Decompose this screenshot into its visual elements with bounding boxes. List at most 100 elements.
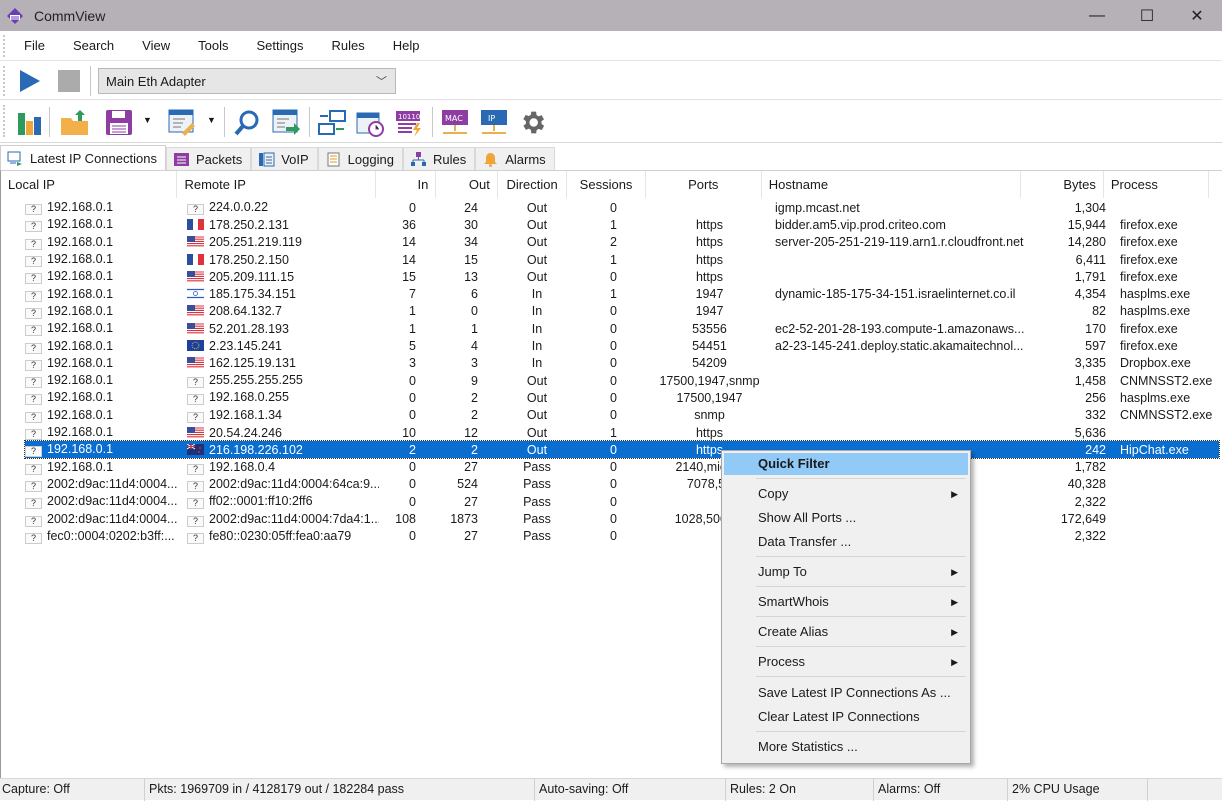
cell-hostname: ec2-52-201-28-193.compute-1.amazonaws... [775,321,1025,336]
context-menu-item-process[interactable]: Process ▶ [724,651,968,673]
table-row[interactable]: ? 2002:d9ac:11d4:0004...? 2002:d9ac:11d4:0… [25,476,1219,493]
menu-search[interactable]: Search [63,38,132,53]
connections-table: Local IP Remote IP In Out Direction Sessions P… [0,170,1222,778]
context-menu-item-quick-filter[interactable]: Quick Filter [724,453,968,475]
column-header-process[interactable]: Process [1104,171,1209,198]
table-row[interactable]: ? 192.168.0.1 205.251.219.119 14 34 Out 2 https… [25,234,1219,251]
toolbar-grip[interactable] [3,35,5,57]
table-row[interactable]: ? 192.168.0.1 178.250.2.150 14 15 Out 1 https 6,… [25,251,1219,268]
resize-grip[interactable] [1148,779,1222,801]
table-row[interactable]: ? 192.168.0.1 185.175.34.151 7 6 In 1 1947 dynam… [25,286,1219,303]
remote-agent-icon[interactable] [318,109,346,137]
table-row[interactable]: ? 192.168.0.1 178.250.2.131 36 30 Out 1 https bi… [25,216,1219,233]
ip-aliases-icon[interactable]: IP [480,109,508,137]
cell-bytes: 256 [1085,390,1106,405]
table-row[interactable]: ? 192.168.0.1 208.64.132.7 1 0 In 0 1947 82 haspl… [25,303,1219,320]
log-viewer-icon[interactable] [168,109,196,137]
save-dropdown-arrow-icon[interactable]: ▼ [143,115,152,125]
table-row[interactable]: ? 192.168.0.1 205.209.111.15 15 13 Out 0 https 1… [25,268,1219,285]
toolbar-separator [90,66,91,96]
minimize-button[interactable]: — [1072,0,1122,31]
toolbar-grip[interactable] [3,66,5,96]
column-header-direction[interactable]: Direction [498,171,568,198]
menu-tools[interactable]: Tools [188,38,246,53]
tab-label: VoIP [281,152,309,167]
usa-flag-icon [187,356,209,370]
column-header-out[interactable]: Out [436,171,498,198]
start-capture-icon[interactable] [17,68,43,94]
context-menu-item-show-all-ports[interactable]: Show All Ports ... [724,507,968,529]
table-row[interactable]: ? 192.168.0.1 216.198.226.102 2 2 Out 0 https 24… [24,440,1220,460]
adapter-select[interactable]: Main Eth Adapter ﹀ [98,68,396,94]
open-folder-icon[interactable] [60,108,90,136]
column-header-bytes[interactable]: Bytes [1021,171,1104,198]
toolbar-separator [224,107,225,137]
context-menu-item-clear-latest-ip-connections[interactable]: Clear Latest IP Connections [724,706,968,728]
menu-help[interactable]: Help [383,38,438,53]
table-row[interactable]: ? 2002:d9ac:11d4:0004...? 2002:d9ac:11d4:0… [25,510,1219,527]
column-header-ports[interactable]: Ports [646,171,762,198]
statistics-chart-icon[interactable] [17,109,43,135]
scheduler-icon[interactable] [356,109,384,137]
cell-sessions: 0 [610,200,617,215]
column-header-hostname[interactable]: Hostname [762,171,1021,198]
menu-settings[interactable]: Settings [246,38,321,53]
context-menu-item-more-statistics[interactable]: More Statistics ... [724,736,968,758]
table-row[interactable]: ? fec0::0004:0202:b3ff:...? fe80::0230:05f… [25,528,1219,545]
tab-latest-ip-connections[interactable]: Latest IP Connections [0,145,166,171]
context-menu-item-create-alias[interactable]: Create Alias ▶ [724,621,968,643]
maximize-button[interactable]: ☐ [1122,0,1172,31]
cell-process: firefox.exe [1120,269,1178,284]
svg-text:IP: IP [488,114,495,123]
local-ip-text: 192.168.0.1 [47,200,114,215]
menu-view[interactable]: View [132,38,188,53]
table-row[interactable]: ? 192.168.0.1? 192.168.1.34 0 2 Out 0 snmp 332 CN… [25,407,1219,424]
cell-local-ip: ? 192.168.0.1 [25,442,179,458]
mac-aliases-icon[interactable]: MAC [441,109,469,137]
log-dropdown-arrow-icon[interactable]: ▼ [207,115,216,125]
context-menu-item-jump-to[interactable]: Jump To ▶ [724,561,968,583]
close-button[interactable]: ✕ [1172,0,1222,31]
search-icon[interactable] [233,109,261,137]
context-menu-item-smartwhois[interactable]: SmartWhois ▶ [724,591,968,613]
packet-generator-icon[interactable]: 10110 [395,109,423,137]
tab-logging[interactable]: Logging [317,147,403,171]
column-header-remote-ip[interactable]: Remote IP [177,171,376,198]
status-capture: Capture: Off [0,779,145,801]
table-row[interactable]: ? 192.168.0.1? 192.168.0.255 0 2 Out 0 17500,19… [25,389,1219,406]
cell-out: 27 [464,494,478,509]
cell-direction: Pass [523,512,551,527]
table-row[interactable]: ? 192.168.0.1 20.54.24.246 10 12 Out 1 https 5,6… [25,424,1219,441]
toolbar-grip[interactable] [3,105,5,137]
menu-item-label: SmartWhois [758,594,829,609]
column-header-local-ip[interactable]: Local IP [1,171,178,198]
context-menu-item-copy[interactable]: Copy ▶ [724,483,968,505]
stop-capture-icon[interactable] [58,70,80,92]
menu-file[interactable]: File [14,38,63,53]
tab-packets[interactable]: Packets [165,147,252,171]
save-icon[interactable] [105,109,133,136]
tab-alarms[interactable]: Alarms [475,147,555,171]
table-row[interactable]: ? 192.168.0.1? 192.168.0.4 0 27 Pass 0 2140,mic… [25,459,1219,476]
column-header-sessions[interactable]: Sessions [567,171,646,198]
cell-sessions: 0 [610,408,617,423]
cell-out: 12 [464,425,478,440]
table-row[interactable]: ? 192.168.0.1 2.23.145.241 5 4 In 0 54451 a2-23-… [25,337,1219,354]
table-row[interactable]: ? 192.168.0.1 162.125.19.131 3 3 In 0 54209 3,33… [25,355,1219,372]
menu-item-label: Create Alias [758,624,829,639]
gear-icon[interactable] [518,108,547,137]
table-row[interactable]: ? 2002:d9ac:11d4:0004...? ff02::0001:ff10:… [25,493,1219,510]
export-icon[interactable] [272,109,300,137]
cell-ports: 17500,1947 [676,390,743,405]
cell-process: firefox.exe [1120,252,1178,267]
table-row[interactable]: ? 192.168.0.1? 224.0.0.22 0 24 Out 0 igmp.mcast… [25,199,1219,216]
table-row[interactable]: ? 192.168.0.1? 255.255.255.255 0 9 Out 0 17500,… [25,372,1219,389]
table-row[interactable]: ? 192.168.0.1 52.201.28.193 1 1 In 0 53556 ec2-5… [25,320,1219,337]
context-menu-item-data-transfer[interactable]: Data Transfer ... [724,531,968,553]
column-header-in[interactable]: In [376,171,437,198]
tab-rules[interactable]: Rules [402,147,476,171]
tab-voip[interactable]: VoIP [251,147,318,171]
context-menu-item-save-latest-ip-connections-as[interactable]: Save Latest IP Connections As ... [724,682,968,704]
unknown-country-icon: ? [25,515,42,527]
menu-rules[interactable]: Rules [321,38,382,53]
